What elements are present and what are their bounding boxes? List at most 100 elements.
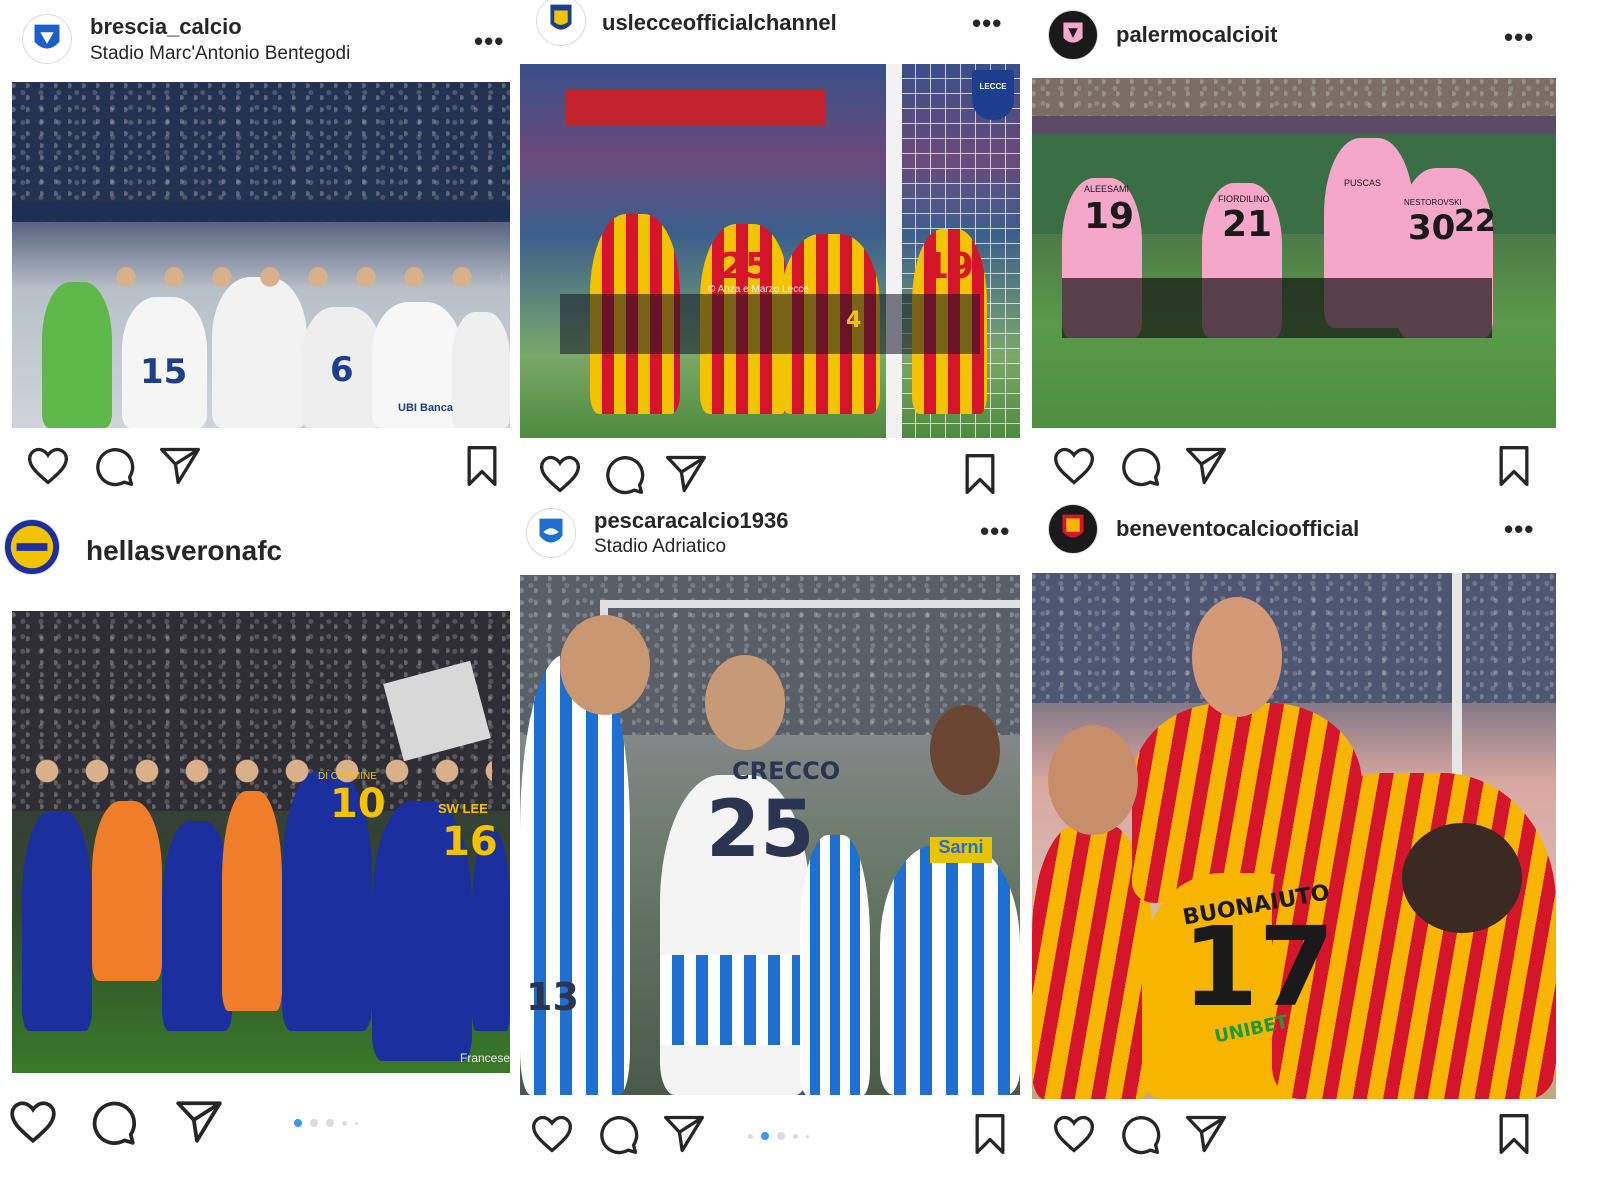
post-header: brescia_calcio Stadio Marc'Antonio Bente… [12, 0, 510, 80]
send-icon[interactable] [158, 444, 202, 488]
username[interactable]: brescia_calcio [90, 14, 242, 40]
action-bar [1032, 1112, 1556, 1172]
heart-icon[interactable] [530, 1112, 574, 1156]
post-header: uslecceofficialchannel ••• [520, 0, 1020, 62]
club-badge: LECCE [972, 70, 1014, 120]
bookmark-icon[interactable] [958, 452, 1002, 496]
username[interactable]: palermocalcioit [1116, 22, 1277, 48]
heart-icon[interactable] [1052, 444, 1096, 488]
post-photo[interactable]: 10 16 DI CARMINE SW LEE Francese [12, 611, 510, 1073]
jersey-number: 19 [1084, 196, 1135, 237]
jersey-number: 4 [846, 308, 862, 333]
heart-icon[interactable] [538, 452, 582, 496]
avatar[interactable] [4, 519, 60, 575]
action-bar [10, 1097, 510, 1157]
action-bar [1032, 444, 1556, 494]
post-header: palermocalcioit ••• [1032, 0, 1556, 80]
player-name: PUSCAS [1344, 178, 1382, 188]
comment-icon[interactable] [88, 1097, 138, 1147]
send-icon[interactable] [664, 452, 708, 496]
more-options-icon[interactable]: ••• [980, 518, 1010, 544]
bookmark-icon[interactable] [460, 444, 504, 488]
heart-icon[interactable] [26, 444, 70, 488]
carousel-dot [326, 1119, 334, 1127]
jersey-number: 13 [526, 975, 579, 1019]
username[interactable]: hellasveronafc [86, 535, 282, 567]
carousel-dot-active [294, 1119, 302, 1127]
carousel-dot-active [761, 1132, 769, 1140]
photo-watermark: © Anza e Marzo Lecce [708, 284, 809, 295]
jersey-number: 21 [1222, 204, 1273, 245]
post-brescia: brescia_calcio Stadio Marc'Antonio Bente… [12, 0, 510, 500]
photo-watermark: Francese [460, 1051, 510, 1065]
carousel-dot [777, 1132, 785, 1140]
post-header: pescaracalcio1936 Stadio Adriatico ••• [520, 500, 1020, 570]
more-options-icon[interactable]: ••• [474, 28, 504, 54]
post-palermo: palermocalcioit ••• 19 21 30 22 ALEESAMI… [1032, 0, 1556, 500]
action-bar [520, 452, 1020, 502]
carousel-dot [355, 1121, 358, 1125]
post-photo[interactable]: 19 21 30 22 ALEESAMI FIORDILINO PUSCAS N… [1032, 78, 1556, 428]
comment-icon[interactable] [1118, 444, 1162, 488]
player-name: FIORDILINO [1218, 194, 1270, 204]
sponsor-badge: Sarni [930, 837, 992, 863]
comment-icon[interactable] [596, 1112, 640, 1156]
post-photo[interactable]: 17 BUONAIUTO UNIBET [1032, 573, 1556, 1099]
more-options-icon[interactable]: ••• [1504, 24, 1534, 50]
comment-icon[interactable] [92, 444, 136, 488]
post-verona: hellasveronafc 10 16 DI CARMINE SW LEE F… [4, 505, 510, 1200]
heart-icon[interactable] [8, 1097, 58, 1147]
more-options-icon[interactable]: ••• [1504, 516, 1534, 542]
bookmark-icon[interactable] [1492, 444, 1536, 488]
carousel-dot [806, 1134, 809, 1138]
jersey-number: 10 [330, 781, 386, 827]
bookmark-icon[interactable] [1492, 1112, 1536, 1156]
carousel-dot [342, 1120, 347, 1126]
post-photo[interactable]: 15 6 UBI Banca [12, 82, 510, 428]
carousel-dot [748, 1133, 753, 1139]
jersey-number: 25 [720, 246, 771, 287]
more-options-icon[interactable]: ••• [972, 10, 1002, 36]
jersey-number: 19 [924, 246, 975, 287]
send-icon[interactable] [662, 1112, 706, 1156]
post-header: beneventocalcioofficial ••• [1032, 500, 1556, 570]
post-lecce: uslecceofficialchannel ••• 25 19 4 © Anz… [520, 0, 1020, 500]
avatar[interactable] [526, 508, 576, 558]
username[interactable]: uslecceofficialchannel [602, 10, 837, 36]
post-benevento: beneventocalcioofficial ••• 17 BUONAIUTO… [1032, 500, 1556, 1200]
post-header: hellasveronafc [4, 505, 510, 600]
player-name: ALEESAMI [1084, 184, 1130, 194]
username[interactable]: beneventocalcioofficial [1116, 516, 1359, 542]
carousel-indicator [294, 1119, 358, 1127]
avatar[interactable] [536, 0, 586, 46]
username[interactable]: pescaracalcio1936 [594, 508, 789, 534]
carousel-dot [793, 1133, 798, 1139]
action-bar [12, 444, 510, 494]
player-name: SW LEE [438, 801, 488, 816]
avatar[interactable] [22, 14, 72, 64]
player-name: NESTOROVSKI [1404, 198, 1462, 207]
send-icon[interactable] [174, 1097, 224, 1147]
action-bar [520, 1112, 1020, 1172]
jersey-number: 15 [140, 352, 188, 392]
sponsor-text: UBI Banca [398, 402, 454, 414]
comment-icon[interactable] [1118, 1112, 1162, 1156]
send-icon[interactable] [1184, 1112, 1228, 1156]
location[interactable]: Stadio Marc'Antonio Bentegodi [90, 43, 350, 65]
post-pescara: pescaracalcio1936 Stadio Adriatico ••• 2… [520, 500, 1020, 1200]
player-name: CRECCO [732, 757, 841, 785]
post-photo[interactable]: 25 19 4 © Anza e Marzo Lecce LECCE [520, 64, 1020, 438]
location[interactable]: Stadio Adriatico [594, 536, 726, 558]
jersey-number: 30 [1408, 208, 1456, 248]
jersey-number: 22 [1454, 204, 1496, 239]
heart-icon[interactable] [1052, 1112, 1096, 1156]
send-icon[interactable] [1184, 444, 1228, 488]
post-photo[interactable]: 25 13 CRECCO Sarni [520, 575, 1020, 1095]
avatar[interactable] [1048, 10, 1098, 60]
bookmark-icon[interactable] [968, 1112, 1012, 1156]
carousel-indicator [748, 1132, 809, 1140]
player-name: DI CARMINE [318, 771, 377, 782]
comment-icon[interactable] [602, 452, 646, 496]
jersey-number: 25 [706, 785, 815, 875]
avatar[interactable] [1048, 504, 1098, 554]
